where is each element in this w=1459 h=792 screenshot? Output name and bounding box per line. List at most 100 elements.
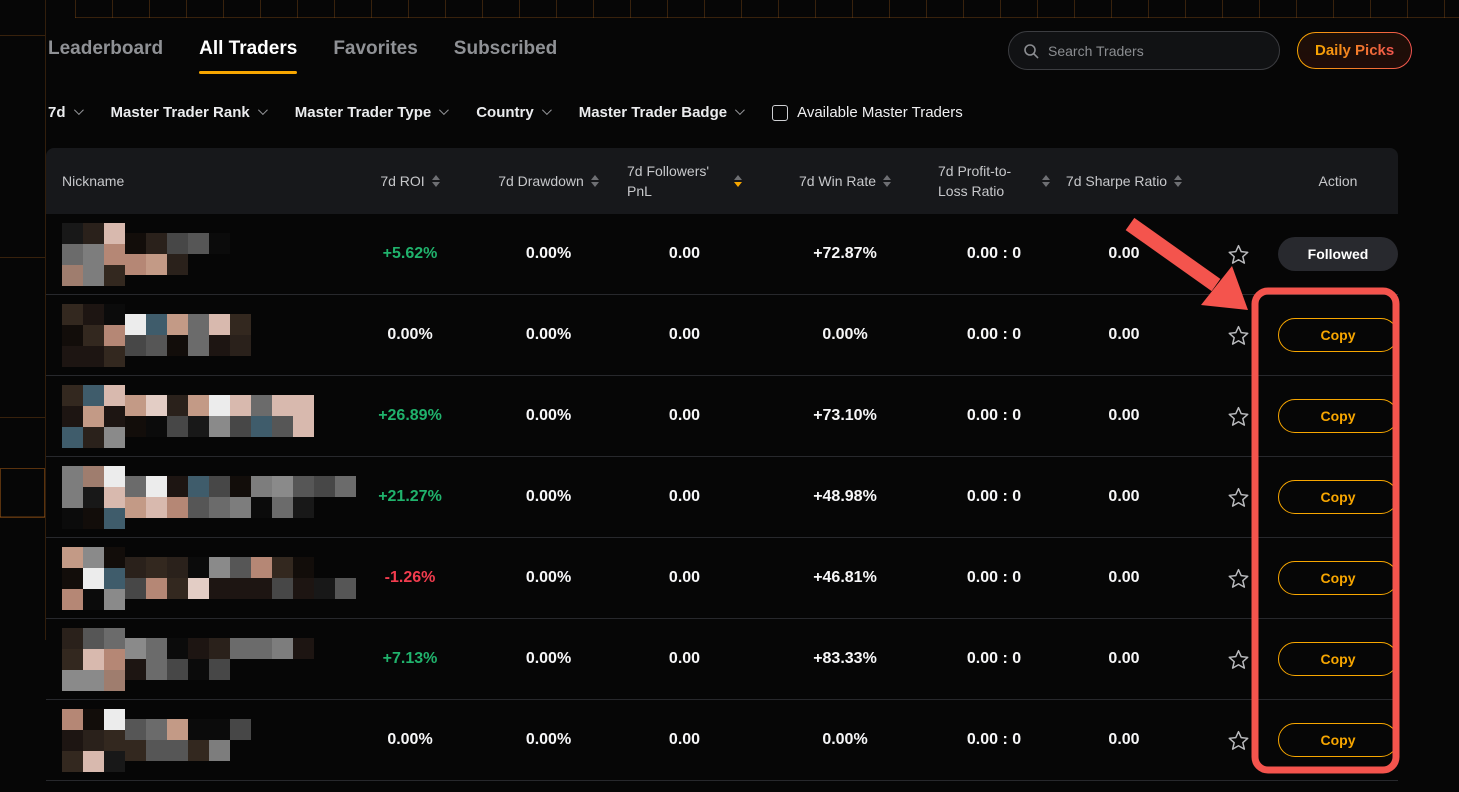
copy-button[interactable]: Copy	[1278, 399, 1398, 433]
copy-button[interactable]: Copy	[1278, 561, 1398, 595]
nickname-blur-mosaic	[46, 547, 340, 610]
trader-avatar-blurred	[62, 223, 125, 286]
available-master-traders-filter[interactable]: Available Master Traders	[772, 104, 963, 121]
profit-loss-ratio-value: 0.00 : 0	[938, 650, 1050, 668]
favorite-star-icon[interactable]	[1198, 487, 1278, 508]
roi-value: 0.00%	[340, 731, 480, 749]
copy-button[interactable]: Copy	[1278, 480, 1398, 514]
background-chart-grid	[75, 0, 1459, 18]
sharpe-ratio-value: 0.00	[1050, 569, 1198, 587]
copy-button[interactable]: Copy	[1278, 642, 1398, 676]
profit-loss-ratio-value: 0.00 : 0	[938, 407, 1050, 425]
column-header-profit-loss-ratio[interactable]: 7d Profit-to-Loss Ratio	[938, 161, 1050, 202]
followers-pnl-value: 0.00	[617, 245, 752, 263]
sort-triangles-icon-active-desc[interactable]	[734, 175, 742, 187]
favorite-star-icon[interactable]	[1198, 568, 1278, 589]
sharpe-ratio-value: 0.00	[1050, 407, 1198, 425]
roi-value: +7.13%	[340, 650, 480, 668]
trader-nickname-blurred[interactable]	[46, 223, 340, 286]
sort-triangles-icon[interactable]	[591, 175, 599, 187]
win-rate-value: 0.00%	[752, 731, 938, 749]
copy-button[interactable]: Copy	[1278, 723, 1398, 757]
drawdown-value: 0.00%	[480, 488, 617, 506]
checkbox-unchecked[interactable]	[772, 105, 788, 121]
tab-subscribed[interactable]: Subscribed	[454, 38, 557, 74]
filter-bar: 7d Master Trader Rank Master Trader Type…	[48, 104, 963, 121]
sharpe-ratio-value: 0.00	[1050, 326, 1198, 344]
favorite-star-icon[interactable]	[1198, 325, 1278, 346]
sort-triangles-icon[interactable]	[432, 175, 440, 187]
trader-row[interactable]: -1.26%0.00%0.00+46.81%0.00 : 00.00Copy	[46, 538, 1398, 619]
win-rate-value: +46.81%	[752, 569, 938, 587]
filter-country[interactable]: Country	[476, 104, 549, 121]
trader-avatar-blurred	[62, 385, 125, 448]
favorite-star-icon[interactable]	[1198, 649, 1278, 670]
search-box[interactable]	[1008, 31, 1280, 70]
nickname-blur-mosaic	[46, 466, 340, 529]
trader-nickname-blurred[interactable]	[46, 304, 340, 367]
followers-pnl-value: 0.00	[617, 731, 752, 749]
trader-row[interactable]: 0.00%0.00%0.000.00%0.00 : 00.00Copy	[46, 295, 1398, 376]
favorite-star-icon[interactable]	[1198, 730, 1278, 751]
trader-nickname-blurred[interactable]	[46, 547, 340, 610]
profit-loss-ratio-value: 0.00 : 0	[938, 326, 1050, 344]
profit-loss-ratio-value: 0.00 : 0	[938, 731, 1050, 749]
favorite-star-icon[interactable]	[1198, 406, 1278, 427]
chevron-down-icon	[73, 105, 83, 115]
trader-nickname-blurred[interactable]	[46, 466, 340, 529]
trader-nickname-blurred[interactable]	[46, 709, 340, 772]
trader-row[interactable]: +21.27%0.00%0.00+48.98%0.00 : 00.00Copy	[46, 457, 1398, 538]
win-rate-value: +83.33%	[752, 650, 938, 668]
filter-timeframe[interactable]: 7d	[48, 104, 81, 121]
trader-row[interactable]: +26.89%0.00%0.00+73.10%0.00 : 00.00Copy	[46, 376, 1398, 457]
sort-triangles-icon[interactable]	[1042, 175, 1050, 187]
profit-loss-ratio-value: 0.00 : 0	[938, 569, 1050, 587]
trader-row[interactable]: +5.62%0.00%0.00+72.87%0.00 : 00.00Follow…	[46, 214, 1398, 295]
drawdown-value: 0.00%	[480, 731, 617, 749]
search-icon	[1023, 43, 1039, 59]
column-header-followers-pnl[interactable]: 7d Followers' PnL	[617, 161, 752, 202]
win-rate-value: +73.10%	[752, 407, 938, 425]
drawdown-value: 0.00%	[480, 569, 617, 587]
followed-button[interactable]: Followed	[1278, 237, 1398, 271]
daily-picks-button[interactable]: Daily Picks	[1297, 32, 1412, 69]
filter-master-trader-badge[interactable]: Master Trader Badge	[579, 104, 742, 121]
followers-pnl-value: 0.00	[617, 569, 752, 587]
sort-triangles-icon[interactable]	[1174, 175, 1182, 187]
trader-row[interactable]: +7.13%0.00%0.00+83.33%0.00 : 00.00Copy	[46, 619, 1398, 700]
trader-nickname-blurred[interactable]	[46, 628, 340, 691]
nickname-blur-mosaic	[46, 304, 340, 367]
column-header-drawdown[interactable]: 7d Drawdown	[480, 173, 617, 189]
column-header-roi[interactable]: 7d ROI	[340, 173, 480, 189]
win-rate-value: +72.87%	[752, 245, 938, 263]
filter-label: Country	[476, 104, 534, 121]
tab-leaderboard[interactable]: Leaderboard	[48, 38, 163, 74]
copy-button[interactable]: Copy	[1278, 318, 1398, 352]
background-gridline	[0, 516, 45, 517]
column-header-win-rate[interactable]: 7d Win Rate	[752, 173, 938, 189]
background-gridline	[0, 417, 45, 418]
trader-row[interactable]: 0.00%0.00%0.000.00%0.00 : 00.00Copy	[46, 700, 1398, 781]
table-body: +5.62%0.00%0.00+72.87%0.00 : 00.00Follow…	[46, 214, 1398, 781]
roi-value: +26.89%	[340, 407, 480, 425]
chevron-down-icon	[258, 105, 268, 115]
trader-nickname-blurred[interactable]	[46, 385, 340, 448]
search-input[interactable]	[1048, 43, 1265, 59]
nickname-blur-mosaic	[46, 628, 340, 691]
trader-avatar-blurred	[62, 547, 125, 610]
favorite-star-icon[interactable]	[1198, 244, 1278, 265]
filter-label: Master Trader Type	[295, 104, 431, 121]
tab-all-traders[interactable]: All Traders	[199, 38, 297, 74]
filter-master-trader-type[interactable]: Master Trader Type	[295, 104, 446, 121]
column-header-action: Action	[1278, 173, 1398, 189]
column-header-sharpe-ratio[interactable]: 7d Sharpe Ratio	[1050, 173, 1198, 189]
trader-avatar-blurred	[62, 466, 125, 529]
sort-triangles-icon[interactable]	[883, 175, 891, 187]
filter-label: Master Trader Rank	[111, 104, 250, 121]
tab-favorites[interactable]: Favorites	[333, 38, 417, 74]
daily-picks-label: Daily Picks	[1315, 42, 1394, 59]
traders-table: Nickname 7d ROI 7d Drawdown 7d Followers…	[46, 148, 1398, 781]
nickname-blur-mosaic	[46, 385, 340, 448]
filter-master-trader-rank[interactable]: Master Trader Rank	[111, 104, 265, 121]
profit-loss-ratio-value: 0.00 : 0	[938, 488, 1050, 506]
